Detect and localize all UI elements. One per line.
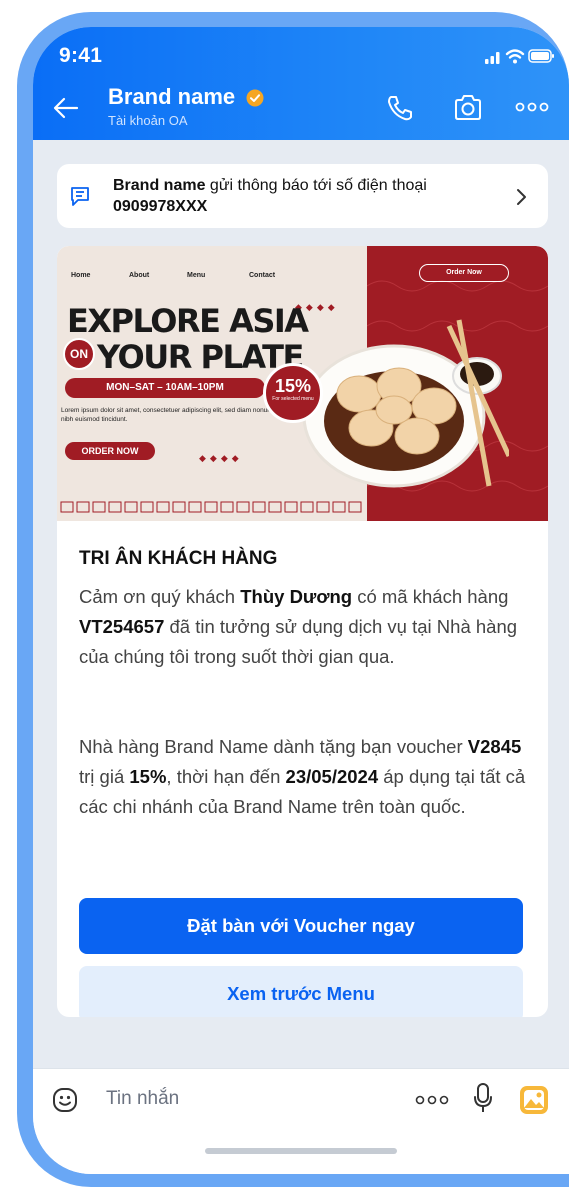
dumpling-plate-illustration: [302, 319, 509, 488]
discount-subtext: For selected menu: [272, 396, 314, 402]
discount-badge: 15% For selected menu: [263, 363, 323, 423]
phone-notice-banner[interactable]: Brand name gửi thông báo tới số điện tho…: [57, 164, 548, 228]
p1-text-a: Cảm ơn quý khách: [79, 586, 241, 607]
back-arrow-icon[interactable]: [51, 93, 81, 123]
p2-text-c: , thời hạn đến: [166, 766, 286, 787]
banner-hours: MON–SAT – 10AM–10PM: [65, 378, 265, 398]
signal-icon: [485, 52, 500, 64]
more-options-icon[interactable]: [515, 97, 549, 117]
banner-nav-about: About: [129, 272, 150, 279]
phone-screen: 9:41 Brand name Tài khoản OA Brand name …: [33, 27, 569, 1174]
banner-order-now: ORDER NOW: [65, 442, 155, 460]
image-gallery-icon[interactable]: [519, 1085, 549, 1115]
status-icons: [485, 49, 554, 64]
banner-order-now-top: Order Now: [419, 264, 509, 282]
status-time: 9:41: [59, 44, 103, 67]
p1-text-b: có mã khách hàng: [352, 586, 509, 607]
voucher-code: V2845: [467, 736, 522, 757]
emoji-icon[interactable]: [51, 1086, 79, 1114]
message-paragraph-2: Nhà hàng Brand Name dành tặng bạn vouche…: [79, 732, 529, 822]
chat-title[interactable]: Brand name: [108, 84, 235, 110]
notice-phone: 0909978XXX: [113, 198, 208, 215]
book-table-voucher-button[interactable]: Đặt bàn với Voucher ngay: [79, 898, 523, 954]
banner-nav-menu: Menu: [187, 272, 206, 279]
p2-text-b: trị giá: [79, 766, 130, 787]
banner-nav-contact: Contact: [249, 272, 276, 279]
banner-headline-1: EXPLORE ASIA: [67, 302, 309, 340]
voucher-expiry: 23/05/2024: [285, 766, 379, 787]
p2-text-a: Nhà hàng Brand Name dành tặng bạn vouche…: [79, 736, 468, 757]
message-card: Home About Menu Contact Order Now ◆◆◆◆ E…: [57, 246, 548, 1017]
message-input[interactable]: Tin nhắn: [106, 1088, 179, 1110]
notice-brand: Brand name: [113, 177, 206, 194]
home-indicator: [205, 1148, 397, 1154]
preview-menu-button[interactable]: Xem trước Menu: [79, 966, 523, 1017]
notice-message: gửi thông báo tới số điện thoại: [205, 177, 427, 194]
camera-icon[interactable]: [452, 93, 484, 123]
wifi-icon: [505, 49, 525, 59]
message-notice-icon: [71, 187, 89, 206]
banner-nav-home: Home: [71, 272, 91, 279]
account-subtitle: Tài khoản OA: [108, 113, 188, 128]
more-options-icon[interactable]: [415, 1093, 449, 1107]
battery-icon: [528, 49, 554, 63]
message-title: TRI ÂN KHÁCH HÀNG: [79, 548, 278, 569]
message-paragraph-1: Cảm ơn quý khách Thùy Dương có mã khách …: [79, 582, 529, 672]
promo-banner-image[interactable]: Home About Menu Contact Order Now ◆◆◆◆ E…: [57, 246, 548, 521]
notice-text: Brand name gửi thông báo tới số điện tho…: [113, 175, 493, 217]
verified-badge-icon: [246, 89, 264, 107]
banner-diamond-decor-2: ◆◆◆◆: [199, 453, 243, 463]
customer-code: VT254657: [79, 616, 165, 637]
message-input-bar: Tin nhắn: [33, 1068, 569, 1174]
microphone-icon[interactable]: [473, 1082, 493, 1114]
chat-header: 9:41 Brand name Tài khoản OA: [33, 27, 569, 140]
banner-lorem: Lorem ipsum dolor sit amet, consectetuer…: [61, 407, 282, 423]
banner-on-circle: ON: [63, 338, 95, 370]
chevron-right-icon[interactable]: [513, 186, 529, 208]
customer-name: Thùy Dương: [240, 586, 353, 607]
phone-call-icon[interactable]: [385, 93, 415, 123]
voucher-value: 15%: [129, 766, 167, 787]
